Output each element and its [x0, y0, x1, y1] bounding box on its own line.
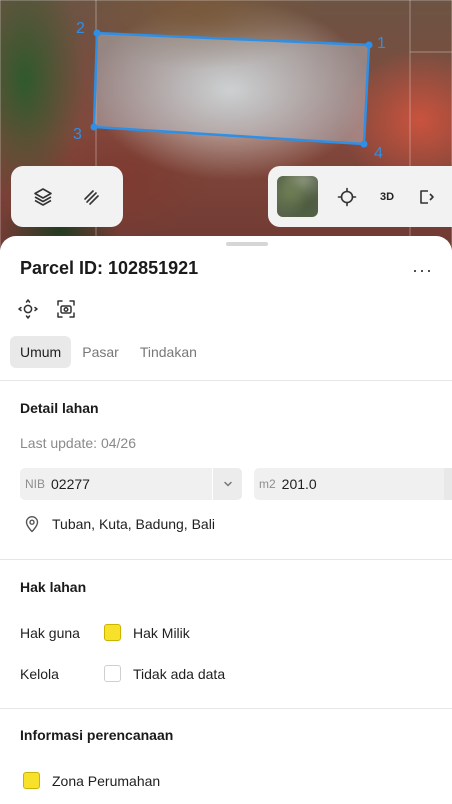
- area-value: 201.0: [281, 476, 317, 492]
- section-divider: [0, 708, 452, 709]
- layers-icon[interactable]: [26, 180, 60, 214]
- right-value: Hak Milik: [133, 624, 190, 641]
- right-value: Tidak ada data: [133, 665, 226, 682]
- section-divider: [0, 380, 452, 381]
- zoom-to-parcel-icon[interactable]: [17, 298, 39, 320]
- detail-section-title: Detail lahan: [20, 400, 99, 416]
- map-tools-toolbar: [11, 166, 123, 227]
- vertex-handle: [360, 140, 368, 148]
- right-label: Hak guna: [20, 624, 80, 641]
- nib-prefix: NIB: [25, 477, 46, 491]
- legend-swatch: [23, 772, 40, 789]
- parcel-polygon: [92, 31, 371, 146]
- street-view-icon[interactable]: [55, 298, 77, 320]
- planning-zone-row: Zona Perumahan: [20, 772, 160, 789]
- basemap-thumbnail[interactable]: [277, 176, 318, 217]
- area-unit-dropdown[interactable]: [444, 468, 452, 500]
- right-label: Kelola: [20, 665, 59, 682]
- map-view-toolbar: 3D: [268, 166, 452, 227]
- nib-field[interactable]: NIB 02277: [20, 468, 242, 500]
- parcel-actions-row: [17, 298, 77, 320]
- vertex-handle: [365, 41, 373, 49]
- area-prefix: m2: [259, 477, 276, 491]
- nib-dropdown-button[interactable]: [212, 468, 242, 500]
- share-icon[interactable]: [410, 180, 444, 214]
- area-field[interactable]: m2 201.0: [254, 468, 452, 500]
- rights-section-title: Hak lahan: [20, 579, 87, 595]
- legend-swatch: [104, 665, 121, 682]
- nib-value: 02277: [51, 476, 90, 492]
- location-pin-icon: [22, 514, 42, 534]
- section-divider: [0, 559, 452, 560]
- vertex-label-3: 3: [73, 126, 82, 143]
- chevron-down-icon: [223, 481, 232, 487]
- sheet-drag-handle[interactable]: [226, 242, 268, 246]
- vertex-label-4: 4: [374, 145, 383, 162]
- crosshair-icon[interactable]: [330, 180, 364, 214]
- tab-umum[interactable]: Umum: [10, 336, 72, 368]
- tab-pasar[interactable]: Pasar: [72, 336, 129, 368]
- legend-swatch: [104, 624, 121, 641]
- last-update-text: Last update: 04/26: [20, 435, 136, 451]
- parcel-details-sheet: Parcel ID: 102851921 ··· Umum Pasar Tind…: [0, 236, 452, 804]
- vertex-handle: [93, 29, 101, 37]
- location-row: Tuban, Kuta, Badung, Bali: [22, 514, 215, 534]
- 3d-toggle-button[interactable]: 3D: [370, 191, 404, 203]
- right-row-hak-guna: Hak guna Hak Milik: [20, 624, 190, 641]
- vertex-label-1: 1: [377, 35, 386, 52]
- vertex-handle: [90, 123, 98, 131]
- location-text: Tuban, Kuta, Badung, Bali: [52, 516, 215, 532]
- detail-tabs: Umum Pasar Tindakan: [10, 336, 208, 368]
- more-options-button[interactable]: ···: [412, 260, 433, 281]
- zone-text: Zona Perumahan: [52, 772, 161, 789]
- tab-tindakan[interactable]: Tindakan: [130, 336, 207, 368]
- planning-section-title: Informasi perencanaan: [20, 727, 174, 743]
- ruler-icon[interactable]: [74, 180, 108, 214]
- parcel-title: Parcel ID: 102851921: [20, 258, 199, 278]
- vertex-label-2: 2: [76, 20, 85, 37]
- right-row-kelola: Kelola Tidak ada data: [20, 665, 225, 682]
